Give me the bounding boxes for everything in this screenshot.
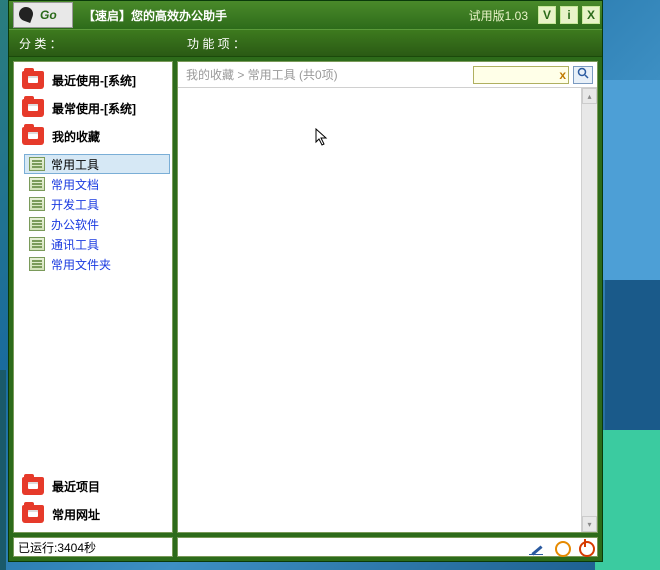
column-headers: 分 类 ： 功 能 项 ： (9, 29, 602, 57)
folder-icon (22, 505, 44, 523)
header-category: 分 类 ： (9, 35, 177, 52)
sidebar-item-favorites[interactable]: 我的收藏 (16, 122, 170, 150)
runner-icon (17, 5, 37, 25)
titlebar[interactable]: Go 【速启】您的高效办公助手 试用版1.03 V i X (9, 1, 602, 29)
sub-item-label: 常用文档 (51, 176, 99, 193)
sub-item-comm[interactable]: 通讯工具 (24, 234, 170, 254)
sub-item-dev-tools[interactable]: 开发工具 (24, 194, 170, 214)
sidebar-item-label: 最近使用-[系统] (52, 72, 136, 89)
content-area (178, 88, 581, 532)
scroll-down-icon[interactable]: ▾ (582, 516, 597, 532)
sidebar-item-label: 最近项目 (52, 478, 100, 495)
edit-icon[interactable] (529, 539, 545, 555)
folder-icon (22, 71, 44, 89)
list-icon (29, 177, 45, 191)
close-button[interactable]: X (582, 6, 600, 24)
list-icon (29, 197, 45, 211)
sidebar-sublist: 常用工具 常用文档 开发工具 办公软件 通讯工具 (24, 154, 170, 274)
go-label: Go (40, 8, 57, 22)
folder-icon (22, 127, 44, 145)
sub-item-label: 常用工具 (51, 156, 99, 173)
sidebar-item-label: 最常使用-[系统] (52, 100, 136, 117)
breadcrumb: 我的收藏 > 常用工具 (共0项) (182, 66, 473, 83)
list-icon (29, 237, 45, 251)
search-icon (577, 67, 589, 82)
list-icon (29, 217, 45, 231)
sidebar-item-common-urls[interactable]: 常用网址 (16, 500, 170, 528)
header-function: 功 能 项 ： (177, 35, 245, 52)
sidebar-item-label: 常用网址 (52, 506, 100, 523)
folder-icon (22, 99, 44, 117)
sub-item-label: 通讯工具 (51, 236, 99, 253)
sub-item-label: 常用文件夹 (51, 256, 111, 273)
search-button[interactable] (573, 66, 593, 84)
sub-item-label: 开发工具 (51, 196, 99, 213)
list-icon (29, 157, 45, 171)
status-toolbar (177, 537, 598, 557)
main-panel: 我的收藏 > 常用工具 (共0项) x ▴ ▾ (177, 61, 598, 533)
status-runtime: 已运行:3404秒 (13, 537, 173, 557)
search-input[interactable]: x (473, 66, 569, 84)
version-label: 试用版1.03 (469, 7, 528, 24)
power-icon[interactable] (577, 539, 593, 555)
runtime-label: 已运行:3404秒 (18, 539, 96, 556)
app-window: Go 【速启】您的高效办公助手 试用版1.03 V i X 分 类 ： 功 能 … (8, 0, 603, 562)
clear-search-icon[interactable]: x (559, 68, 566, 82)
sidebar-item-frequent[interactable]: 最常使用-[系统] (16, 94, 170, 122)
sub-item-common-folders[interactable]: 常用文件夹 (24, 254, 170, 274)
vertical-scrollbar[interactable]: ▴ ▾ (581, 88, 597, 532)
list-icon (29, 257, 45, 271)
sidebar: 最近使用-[系统] 最常使用-[系统] 我的收藏 常用工具 常用文档 (13, 61, 173, 533)
folder-icon (22, 477, 44, 495)
gear-icon[interactable] (553, 539, 569, 555)
sub-item-common-docs[interactable]: 常用文档 (24, 174, 170, 194)
sub-item-label: 办公软件 (51, 216, 99, 233)
go-button[interactable]: Go (13, 2, 73, 28)
sidebar-item-label: 我的收藏 (52, 128, 100, 145)
breadcrumb-row: 我的收藏 > 常用工具 (共0项) x (178, 62, 597, 88)
sidebar-item-recent[interactable]: 最近使用-[系统] (16, 66, 170, 94)
sub-item-common-tools[interactable]: 常用工具 (24, 154, 170, 174)
titlebar-v-button[interactable]: V (538, 6, 556, 24)
scroll-up-icon[interactable]: ▴ (582, 88, 597, 104)
app-title: 【速启】您的高效办公助手 (77, 7, 469, 24)
sub-item-office[interactable]: 办公软件 (24, 214, 170, 234)
titlebar-info-button[interactable]: i (560, 6, 578, 24)
sidebar-item-recent-projects[interactable]: 最近项目 (16, 472, 170, 500)
